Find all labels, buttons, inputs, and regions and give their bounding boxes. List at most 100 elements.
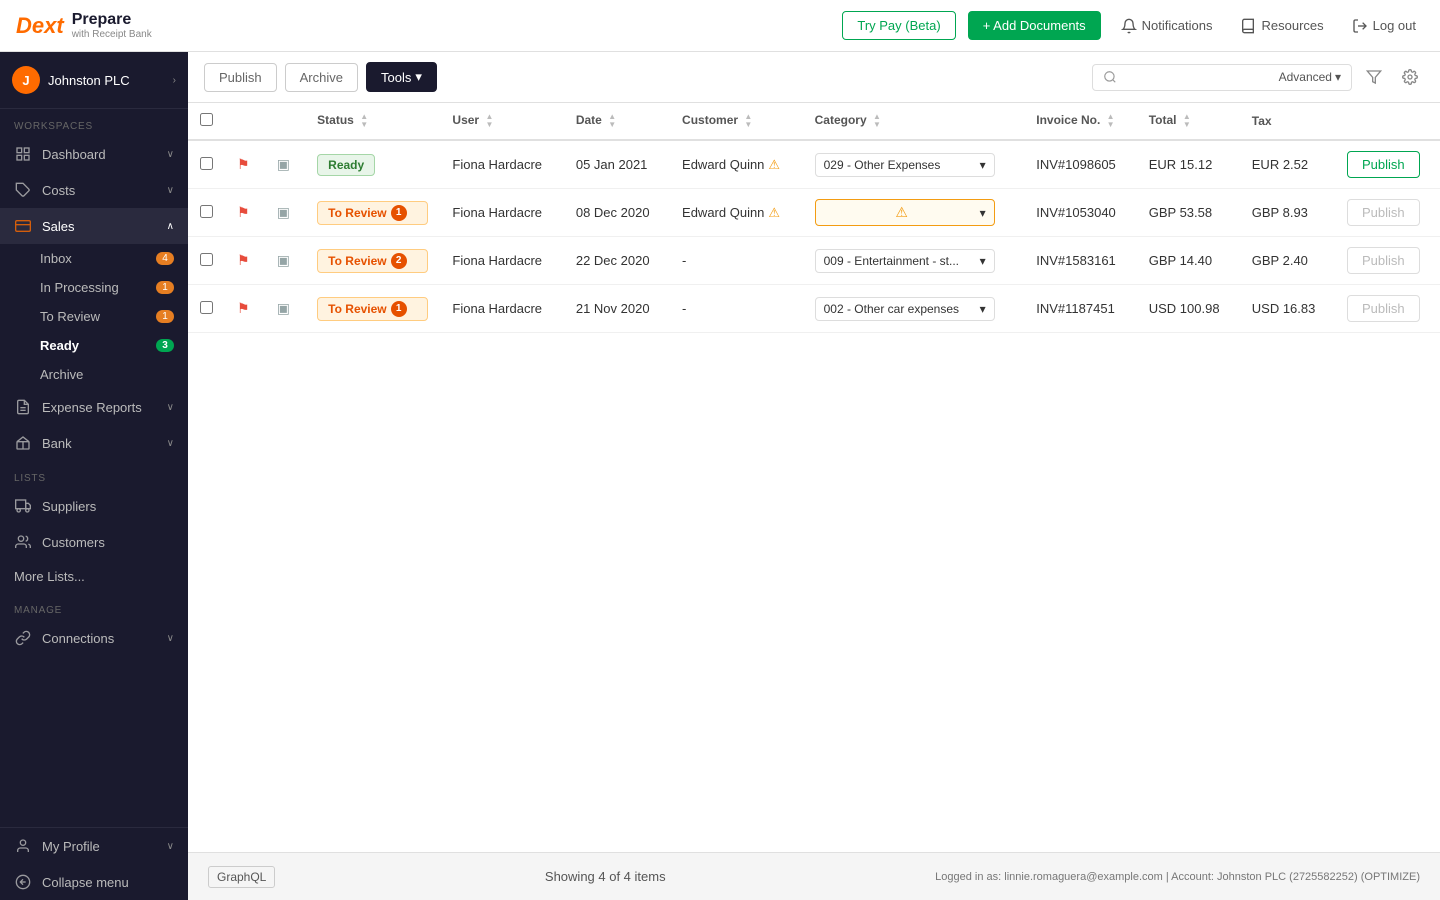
row-invoice-cell: INV#1583161 [1024,237,1136,285]
notifications-button[interactable]: Notifications [1113,14,1221,38]
tax-value: GBP 2.40 [1252,253,1308,268]
sidebar-item-expense-reports[interactable]: Expense Reports ∨ [0,389,188,425]
row-user-cell: Fiona Hardacre [440,237,563,285]
sidebar-subitem-archive[interactable]: Archive [0,360,188,389]
category-label: 009 - Entertainment - st... [824,254,959,268]
graphql-button[interactable]: GraphQL [208,866,275,888]
search-input[interactable] [1123,70,1273,85]
sidebar-subitem-to-review[interactable]: To Review 1 [0,302,188,331]
col-header-total[interactable]: Total ▲▼ [1137,103,1240,140]
document-icon[interactable]: ▣ [277,204,290,220]
resources-button[interactable]: Resources [1232,14,1331,38]
flag-icon[interactable]: ⚑ [237,300,250,316]
col-header-date[interactable]: Date ▲▼ [564,103,670,140]
collapse-icon [14,873,32,891]
sidebar-item-customers-label: Customers [42,535,105,550]
product-name-area: Prepare with Receipt Bank [72,11,152,40]
sidebar-item-dashboard[interactable]: Dashboard ∨ [0,136,188,172]
collapse-label: Collapse menu [42,875,129,890]
flag-icon[interactable]: ⚑ [237,156,250,172]
category-chevron-icon: ▾ [980,206,986,220]
col-header-user[interactable]: User ▲▼ [440,103,563,140]
category-dropdown[interactable]: ⚠▾ [815,199,995,226]
date-value: 21 Nov 2020 [576,301,650,316]
sidebar-subitem-inbox[interactable]: Inbox 4 [0,244,188,273]
row-checkbox[interactable] [200,253,213,266]
row-category-cell: 002 - Other car expenses▾ [803,285,1025,333]
publish-row-button-disabled: Publish [1347,247,1420,274]
sidebar-item-collapse[interactable]: Collapse menu [0,864,188,900]
advanced-chevron-icon: ▾ [1335,70,1341,84]
select-all-checkbox[interactable] [200,113,213,126]
sidebar-item-bank[interactable]: Bank ∨ [0,425,188,461]
flag-icon[interactable]: ⚑ [237,252,250,268]
invoice-sort-icon: ▲▼ [1107,113,1115,129]
document-icon[interactable]: ▣ [277,252,290,268]
filter-button[interactable] [1360,67,1388,87]
product-title: Prepare [72,11,152,29]
in-processing-badge: 1 [156,281,174,294]
row-checkbox[interactable] [200,157,213,170]
advanced-button[interactable]: Advanced ▾ [1279,70,1341,84]
category-chevron-icon: ▾ [980,302,986,316]
row-date-cell: 05 Jan 2021 [564,140,670,189]
status-badge: Ready [317,154,375,176]
try-pay-button[interactable]: Try Pay (Beta) [842,11,955,40]
col-header-category[interactable]: Category ▲▼ [803,103,1025,140]
table-row: ⚑▣To Review 1Fiona Hardacre21 Nov 2020-0… [188,285,1440,333]
sidebar-item-costs[interactable]: Costs ∨ [0,172,188,208]
notifications-label: Notifications [1142,18,1213,33]
publish-row-button[interactable]: Publish [1347,151,1420,178]
logout-label: Log out [1373,18,1416,33]
row-category-cell: 009 - Entertainment - st...▾ [803,237,1025,285]
logout-button[interactable]: Log out [1344,14,1424,38]
row-flag-cell: ⚑ [225,140,265,189]
logout-icon [1352,18,1368,34]
table-row: ⚑▣ReadyFiona Hardacre05 Jan 2021Edward Q… [188,140,1440,189]
row-user-cell: Fiona Hardacre [440,140,563,189]
col-header-customer[interactable]: Customer ▲▼ [670,103,803,140]
sidebar-item-customers[interactable]: Customers [0,524,188,560]
col-header-invoice[interactable]: Invoice No. ▲▼ [1024,103,1136,140]
col-header-status[interactable]: Status ▲▼ [305,103,440,140]
customer-warn-icon: ⚠ [768,157,780,173]
items-table: Status ▲▼ User ▲▼ Date ▲▼ Customer ▲▼ Ca… [188,103,1440,333]
invoice-number: INV#1187451 [1036,301,1115,316]
col-header-flag [225,103,265,140]
sidebar-subitem-ready[interactable]: Ready 3 [0,331,188,360]
bank-icon [14,434,32,452]
tools-toolbar-button[interactable]: Tools ▾ [366,62,437,92]
row-action-cell: Publish [1335,189,1440,237]
dext-logo: Dext [16,13,64,39]
sidebar-item-connections[interactable]: Connections ∨ [0,620,188,656]
flag-icon[interactable]: ⚑ [237,204,250,220]
row-checkbox-cell [188,285,225,333]
document-icon[interactable]: ▣ [277,156,290,172]
table-row: ⚑▣To Review 2Fiona Hardacre22 Dec 2020-0… [188,237,1440,285]
category-dropdown[interactable]: 009 - Entertainment - st...▾ [815,249,995,273]
row-checkbox[interactable] [200,205,213,218]
publish-toolbar-button[interactable]: Publish [204,63,277,92]
sidebar-subitem-in-processing[interactable]: In Processing 1 [0,273,188,302]
document-icon[interactable]: ▣ [277,300,290,316]
column-settings-button[interactable] [1396,67,1424,87]
category-dropdown[interactable]: 002 - Other car expenses▾ [815,297,995,321]
date-value: 08 Dec 2020 [576,205,650,220]
sidebar-item-sales[interactable]: Sales ∧ [0,208,188,244]
sidebar-item-my-profile[interactable]: My Profile ∨ [0,828,188,864]
row-user-cell: Fiona Hardacre [440,285,563,333]
review-count: 2 [391,253,407,269]
customer-warn-icon: ⚠ [768,205,780,221]
user-name: Johnston PLC [48,73,165,88]
archive-toolbar-button[interactable]: Archive [285,63,358,92]
sidebar-user[interactable]: J Johnston PLC › [0,52,188,109]
sidebar-item-suppliers[interactable]: Suppliers [0,488,188,524]
main-layout: J Johnston PLC › WORKSPACES Dashboard ∨ … [0,52,1440,900]
user-icon [14,837,32,855]
category-dropdown[interactable]: 029 - Other Expenses▾ [815,153,995,177]
row-checkbox[interactable] [200,301,213,314]
in-processing-label: In Processing [40,280,119,295]
user-name-cell: Fiona Hardacre [452,301,542,316]
sidebar-item-more-lists[interactable]: More Lists... [0,560,188,593]
add-documents-button[interactable]: + Add Documents [968,11,1101,40]
